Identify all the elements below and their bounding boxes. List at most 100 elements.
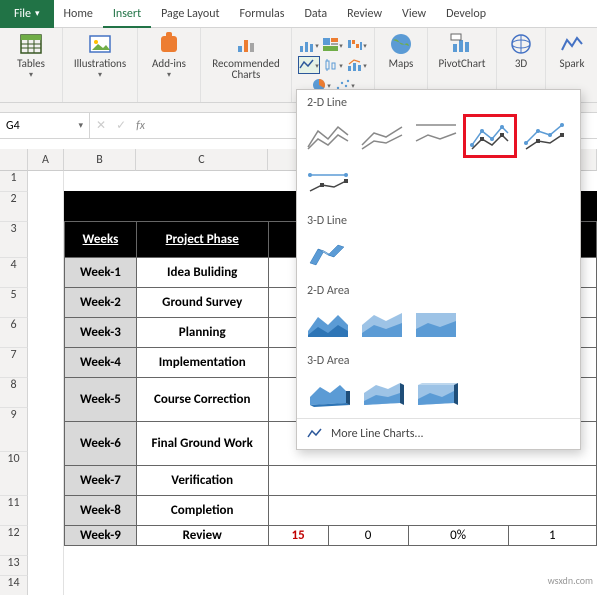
section-2d-line: 2-D Line — [297, 90, 580, 112]
recommended-charts-button[interactable]: Recommended Charts — [207, 32, 285, 80]
chevron-down-icon: ▾ — [78, 120, 83, 131]
cell-phase[interactable]: Verification — [136, 466, 268, 496]
line-chart-icon[interactable]: ▾ — [298, 56, 320, 74]
tab-view[interactable]: View — [392, 0, 436, 28]
cell-val[interactable]: 1 — [509, 526, 596, 545]
tab-page-layout[interactable]: Page Layout — [151, 0, 229, 28]
cell-week[interactable]: Week-9 — [65, 526, 137, 546]
pivotchart-button[interactable]: PivotChart — [434, 32, 490, 69]
row-header[interactable]: 10 — [0, 451, 28, 495]
row-header[interactable]: 12 — [0, 525, 28, 555]
row-header[interactable]: 1 — [0, 171, 28, 191]
row-header[interactable]: 7 — [0, 347, 28, 377]
tab-review[interactable]: Review — [337, 0, 392, 28]
row-header[interactable]: 3 — [0, 221, 28, 257]
file-tab[interactable]: File ▾ — [0, 0, 54, 28]
3d-area-chart-opt[interactable] — [303, 374, 353, 414]
addin-icon — [157, 32, 181, 56]
cell-phase[interactable]: Final Ground Work — [136, 422, 268, 466]
row-header[interactable]: 2 — [0, 191, 28, 221]
line-chart-opt[interactable] — [303, 116, 353, 156]
column-header-b[interactable]: B — [64, 149, 136, 171]
100-stacked-line-markers-chart-opt[interactable] — [303, 164, 353, 204]
cell[interactable]: 15 0 0% 1 — [268, 526, 596, 546]
cell-phase[interactable]: Course Correction — [136, 378, 268, 422]
group-addins: Add-ins ▾ — [138, 28, 201, 102]
3d-map-button[interactable]: 3D — [503, 32, 539, 69]
cell-week[interactable]: Week-6 — [65, 422, 137, 466]
stacked-area-chart-opt[interactable] — [357, 304, 407, 344]
row-header[interactable]: 4 — [0, 257, 28, 287]
row-header[interactable]: 14 — [0, 575, 28, 595]
waterfall-chart-icon[interactable]: ▾ — [346, 36, 368, 54]
file-tab-label: File — [14, 0, 31, 28]
cell-week[interactable]: Week-8 — [65, 496, 137, 526]
hierarchy-chart-icon[interactable]: ▾ — [322, 36, 344, 54]
addins-label: Add-ins — [152, 58, 186, 69]
column-header-c[interactable]: C — [136, 149, 268, 171]
cell-phase[interactable]: Idea Buliding — [136, 258, 268, 288]
tab-formulas[interactable]: Formulas — [230, 0, 295, 28]
cell-week[interactable]: Week-1 — [65, 258, 137, 288]
map-icon — [389, 32, 413, 56]
addins-button[interactable]: Add-ins ▾ — [144, 32, 194, 79]
tab-home[interactable]: Home — [54, 0, 103, 28]
cell-week[interactable]: Week-7 — [65, 466, 137, 496]
header-project-phase[interactable]: Project Phase — [136, 222, 268, 258]
cell-week[interactable]: Week-5 — [65, 378, 137, 422]
statistic-chart-icon[interactable]: ▾ — [322, 56, 344, 74]
enter-icon: ✓ — [116, 118, 126, 133]
maps-button[interactable]: Maps — [381, 32, 421, 69]
chevron-down-icon: ▾ — [29, 71, 33, 79]
name-box[interactable]: G4 ▾ — [0, 113, 90, 138]
tables-label: Tables — [17, 58, 45, 69]
row-header[interactable]: 9 — [0, 407, 28, 451]
section-3d-area: 3-D Area — [297, 348, 580, 370]
cell-phase[interactable]: Ground Survey — [136, 288, 268, 318]
sparklines-button[interactable]: Spark — [552, 32, 592, 69]
cell-phase[interactable]: Completion — [136, 496, 268, 526]
cell-val[interactable]: 0% — [409, 526, 509, 545]
cell[interactable] — [268, 466, 596, 496]
row-header[interactable]: 6 — [0, 317, 28, 347]
cell-val[interactable]: 15 — [269, 526, 329, 545]
more-line-charts-label: More Line Charts... — [331, 427, 424, 441]
line-markers-chart-opt[interactable] — [465, 116, 515, 156]
cell-week[interactable]: Week-4 — [65, 348, 137, 378]
fx-icon[interactable]: fx — [136, 119, 145, 133]
stacked-line-chart-opt[interactable] — [357, 116, 407, 156]
tables-button[interactable]: Tables ▾ — [6, 32, 56, 79]
cell[interactable] — [268, 496, 596, 526]
row-header[interactable]: 11 — [0, 495, 28, 525]
tab-developer[interactable]: Develop — [436, 0, 496, 28]
header-weeks[interactable]: Weeks — [65, 222, 137, 258]
cell-phase[interactable]: Implementation — [136, 348, 268, 378]
line-chart-dropdown: 2-D Line 3-D Line 2-D Area 3-D Area More… — [296, 89, 581, 450]
3d-line-chart-opt[interactable] — [303, 234, 353, 274]
cell-week[interactable]: Week-2 — [65, 288, 137, 318]
column-header-a[interactable]: A — [28, 149, 64, 171]
cell-week[interactable]: Week-3 — [65, 318, 137, 348]
3d-100-stacked-area-chart-opt[interactable] — [411, 374, 461, 414]
100-stacked-line-chart-opt[interactable] — [411, 116, 461, 156]
illustrations-button[interactable]: Illustrations ▾ — [69, 32, 131, 79]
row-header[interactable]: 8 — [0, 377, 28, 407]
pivotchart-label: PivotChart — [439, 58, 486, 69]
tab-data[interactable]: Data — [295, 0, 338, 28]
combo-chart-icon[interactable]: ▾ — [346, 56, 368, 74]
100-stacked-area-chart-opt[interactable] — [411, 304, 461, 344]
more-charts-icon — [307, 427, 323, 441]
select-all-corner[interactable] — [0, 149, 28, 171]
row-header[interactable]: 13 — [0, 555, 28, 575]
cell-phase[interactable]: Planning — [136, 318, 268, 348]
cell-val[interactable]: 0 — [329, 526, 409, 545]
cell-phase[interactable]: Review — [136, 526, 268, 546]
row-header[interactable]: 5 — [0, 287, 28, 317]
stacked-line-markers-chart-opt[interactable] — [519, 116, 569, 156]
more-line-charts[interactable]: More Line Charts... — [297, 418, 580, 449]
3d-stacked-area-chart-opt[interactable] — [357, 374, 407, 414]
tab-insert[interactable]: Insert — [103, 0, 151, 28]
area-chart-opt[interactable] — [303, 304, 353, 344]
name-box-value: G4 — [6, 119, 20, 133]
column-chart-icon[interactable]: ▾ — [298, 36, 320, 54]
